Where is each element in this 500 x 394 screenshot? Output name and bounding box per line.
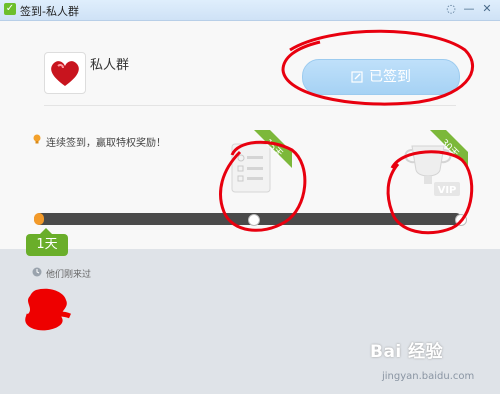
minimize-button[interactable]: — [462,2,476,16]
clock-icon [32,267,42,277]
lightbulb-icon [33,134,41,144]
checked-in-button[interactable]: 已签到 [302,59,460,95]
svg-text:VIP: VIP [438,185,457,196]
group-name: 私人群 [90,58,130,73]
ribbon-30-days: 30天 [430,130,468,168]
title-bar: ✓ 签到-私人群 ◌ — ✕ [0,0,500,21]
edit-icon [351,71,363,83]
red-redaction-scribble [25,288,71,331]
milestone-marker-15 [248,214,260,226]
app-check-icon: ✓ [4,3,16,15]
divider [44,105,456,106]
ribbon-15-days: 15天 [254,130,292,168]
streak-progress-fill [34,213,44,225]
chat-bubble-icon[interactable]: ◌ [444,2,458,16]
milestone-marker-30 [455,214,467,226]
watermark-url: jingyan.baidu.com [382,371,475,382]
streak-tip: 连续签到，赢取特权奖励！ [46,138,166,149]
window-title: 签到-私人群 [20,5,79,18]
checkin-window: ✓ 签到-私人群 ◌ — ✕ 私人群 已签到 连续签到，赢取特权奖励！ 15天 … [0,0,500,394]
group-avatar [44,52,86,94]
checked-in-label: 已签到 [369,69,411,85]
baidu-watermark: Bai 经验 jingyan.baidu.com [370,337,498,393]
heart-icon [51,61,79,86]
current-day-badge: 1天 [26,228,68,256]
reward-30-days[interactable]: VIP 30天 [398,130,468,200]
recent-visitors-label: 他们刚来过 [46,270,92,280]
reward-15-days[interactable]: 15天 [222,130,292,200]
watermark-brand: Bai 经验 [370,342,444,362]
close-button[interactable]: ✕ [480,2,494,16]
